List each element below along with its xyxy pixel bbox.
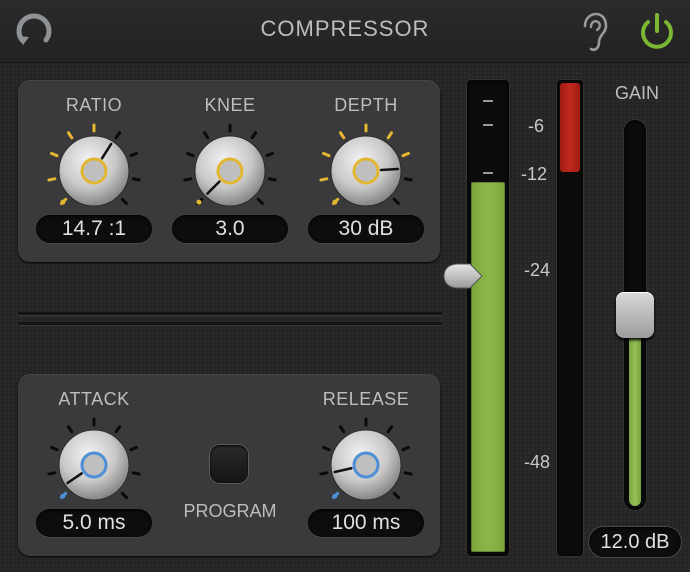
release-knob[interactable] — [311, 410, 421, 520]
program-button[interactable] — [210, 445, 248, 483]
divider — [18, 312, 442, 316]
gain-label: GAIN — [614, 83, 659, 103]
depth-label: DEPTH — [334, 95, 398, 115]
depth-knob[interactable] — [311, 116, 421, 226]
meter-tick — [483, 172, 493, 174]
input-level-fill — [471, 182, 505, 552]
ratio-knob[interactable] — [39, 116, 149, 226]
knee-value[interactable]: 3.0 — [172, 215, 288, 243]
attack-label: ATTACK — [58, 389, 130, 409]
gain-value[interactable]: 12.0 dB — [589, 527, 681, 557]
attack-value[interactable]: 5.0 ms — [36, 509, 152, 537]
gain-slider-fill — [629, 315, 641, 506]
header-bar: COMPRESSOR — [0, 0, 690, 63]
attack-knob[interactable] — [39, 410, 149, 520]
depth-value[interactable]: 30 dB — [308, 215, 424, 243]
gain-reduction-fill — [560, 83, 580, 172]
ear-icon[interactable] — [580, 12, 608, 54]
threshold-handle[interactable] — [440, 260, 486, 292]
divider — [18, 322, 442, 326]
ratio-value[interactable]: 14.7 :1 — [36, 215, 152, 243]
power-icon[interactable] — [636, 11, 678, 53]
knee-knob[interactable] — [175, 116, 285, 226]
meter-tick — [483, 100, 493, 102]
meter-tick — [483, 124, 493, 126]
scale-label: -6 — [527, 116, 544, 136]
release-value[interactable]: 100 ms — [308, 509, 424, 537]
knee-label: KNEE — [204, 95, 256, 115]
scale-label: -48 — [523, 452, 550, 472]
release-label: RELEASE — [322, 389, 410, 409]
ratio-label: RATIO — [65, 95, 123, 115]
scale-label: -24 — [523, 260, 550, 280]
gain-slider-handle[interactable] — [616, 292, 654, 338]
scale-label: -12 — [520, 164, 547, 184]
program-label: PROGRAM — [183, 501, 277, 521]
